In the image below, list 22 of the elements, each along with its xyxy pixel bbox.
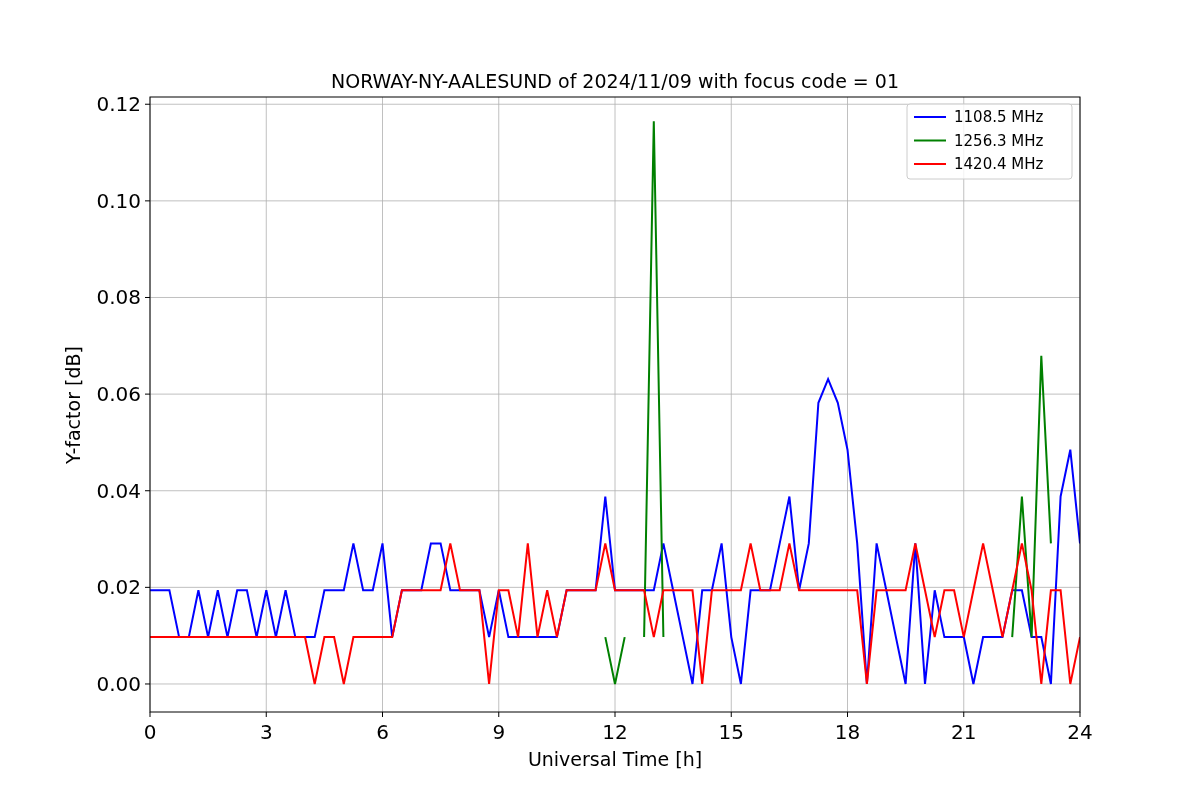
x-tick-label: 24	[1067, 720, 1093, 744]
y-tick-label: 0.06	[96, 382, 141, 407]
legend-label: 1420.4 MHz	[954, 155, 1044, 173]
y-tick-label: 0.12	[96, 92, 141, 117]
y-tick-label: 0.02	[96, 575, 141, 600]
chart-title: NORWAY-NY-AALESUND of 2024/11/09 with focus code = 01	[331, 70, 899, 92]
y-tick-label: 0.08	[96, 285, 141, 310]
x-tick-label: 15	[718, 720, 744, 744]
y-tick-label: 0.00	[96, 672, 141, 696]
x-tick-label: 21	[951, 720, 977, 744]
y-axis-label: Y-factor [dB]	[62, 346, 84, 464]
x-tick-label: 9	[492, 720, 506, 744]
legend-label: 1256.3 MHz	[954, 131, 1044, 150]
y-tick-label: 0.04	[96, 478, 141, 503]
x-tick-label: 3	[259, 720, 273, 744]
y-tick-label: 0.10	[96, 188, 141, 213]
x-tick-label: 6	[376, 720, 389, 744]
x-axis-label: Universal Time [h]	[527, 748, 703, 770]
x-tick-label: 12	[602, 720, 628, 744]
x-tick-label: 0	[143, 720, 157, 744]
legend-label: 1108.5 MHz	[954, 108, 1044, 126]
x-tick-label: 18	[834, 720, 861, 744]
